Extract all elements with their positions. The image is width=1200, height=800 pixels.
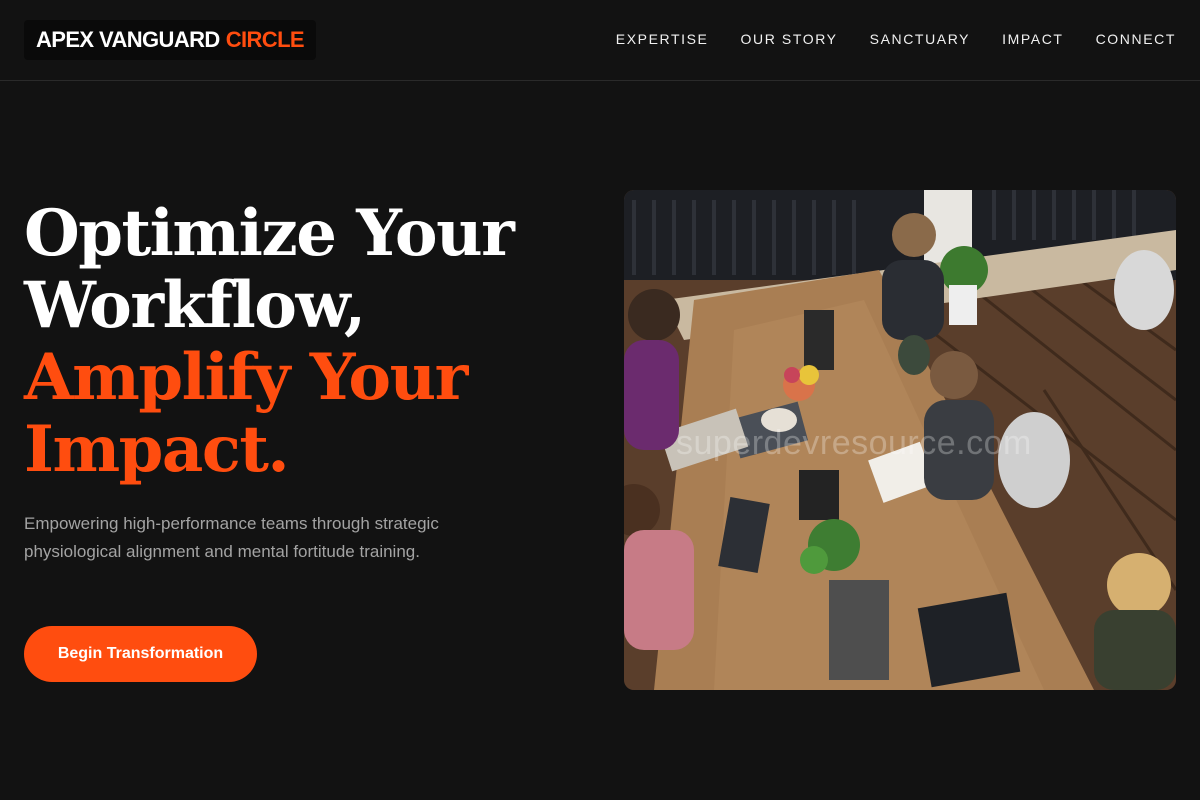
hero-image: superdevresource.com bbox=[624, 190, 1176, 690]
brand-name: APEX VANGUARD bbox=[36, 27, 220, 52]
hero-title-line-1: Optimize Your bbox=[24, 196, 515, 271]
hero-subtitle: Empowering high-performance teams throug… bbox=[24, 514, 439, 561]
hero-title-line-3: Amplify Your bbox=[24, 340, 468, 415]
hero-title: Optimize Your Workflow, Amplify Your Imp… bbox=[24, 198, 584, 486]
hero-title-line-2: Workflow, bbox=[24, 268, 366, 343]
brand-accent: CIRCLE bbox=[225, 27, 305, 52]
brand-logo[interactable]: APEX VANGUARD CIRCLE bbox=[24, 20, 316, 60]
nav-link-connect[interactable]: CONNECT bbox=[1096, 31, 1176, 47]
image-watermark: superdevresource.com bbox=[676, 424, 1032, 462]
nav-link-sanctuary[interactable]: SANCTUARY bbox=[870, 31, 971, 47]
nav-link-expertise[interactable]: EXPERTISE bbox=[616, 31, 709, 47]
nav-link-impact[interactable]: IMPACT bbox=[1002, 31, 1063, 47]
main-nav: EXPERTISE OUR STORY SANCTUARY IMPACT CON… bbox=[616, 28, 1176, 50]
begin-transformation-button[interactable]: Begin Transformation bbox=[24, 626, 257, 682]
site-header: APEX VANGUARD CIRCLE EXPERTISE OUR STORY… bbox=[0, 0, 1200, 81]
nav-link-our-story[interactable]: OUR STORY bbox=[741, 31, 838, 47]
hero-title-line-4: Impact. bbox=[24, 412, 290, 487]
